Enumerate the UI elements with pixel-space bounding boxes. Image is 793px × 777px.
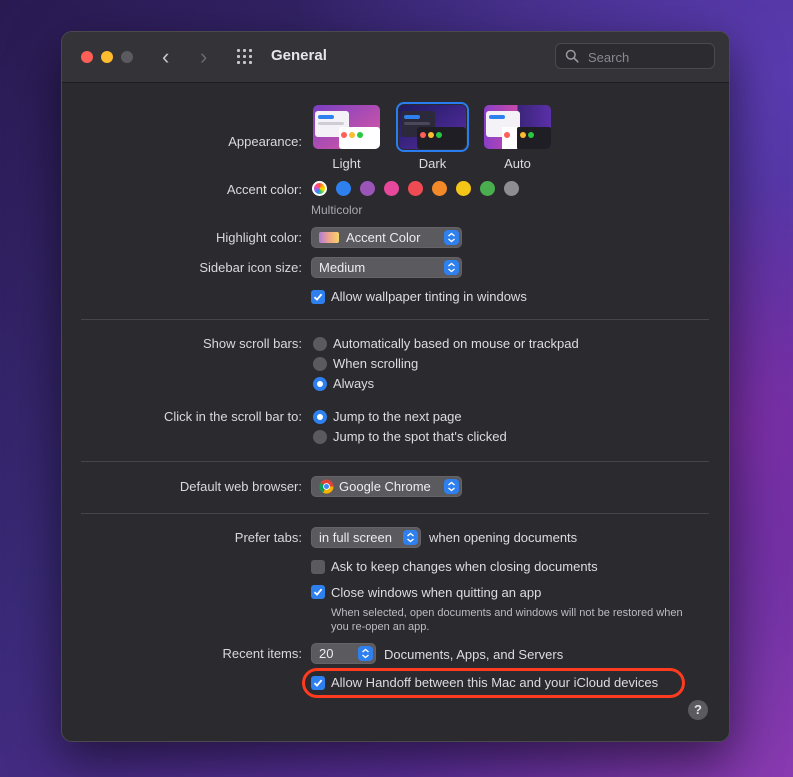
chevron-updown-icon: [444, 479, 459, 494]
recent-items-suffix: Documents, Apps, and Servers: [384, 647, 564, 662]
handoff-checkbox[interactable]: [311, 676, 325, 690]
show-scroll-bars-label: Show scroll bars:: [203, 336, 302, 351]
back-arrow-icon[interactable]: ‹: [162, 45, 169, 69]
click-scroll-bar-label: Click in the scroll bar to:: [164, 409, 302, 424]
prefer-tabs-label: Prefer tabs:: [234, 530, 302, 545]
scroll-click-spot-label: Jump to the spot that's clicked: [333, 429, 507, 444]
title-bar: ‹ › General: [62, 32, 729, 83]
prefer-tabs-popup[interactable]: in full screen: [311, 527, 421, 548]
close-windows-note: When selected, open documents and window…: [331, 607, 683, 633]
appearance-dark-thumbnail[interactable]: [396, 102, 469, 152]
accent-swatch-yellow[interactable]: [456, 181, 471, 196]
appearance-label: Appearance:: [228, 134, 302, 149]
highlight-color-label: Highlight color:: [216, 230, 302, 245]
default-browser-value: Google Chrome: [339, 479, 431, 494]
highlight-color-value: Accent Color: [346, 230, 421, 245]
accent-swatch-multicolor[interactable]: [312, 181, 327, 196]
appearance-auto-label: Auto: [504, 156, 531, 171]
recent-items-label: Recent items:: [222, 646, 302, 661]
handoff-label: Allow Handoff between this Mac and your …: [331, 675, 659, 690]
section-divider: [81, 319, 709, 320]
minimize-window-button[interactable]: [101, 51, 113, 63]
search-field[interactable]: [555, 43, 715, 69]
scroll-bars-auto-radio[interactable]: [313, 337, 327, 351]
wallpaper-tinting-checkbox[interactable]: [311, 290, 325, 304]
sidebar-icon-size-label: Sidebar icon size:: [199, 260, 302, 275]
accent-swatch-graphite[interactable]: [504, 181, 519, 196]
highlight-color-popup[interactable]: Accent Color: [311, 227, 462, 248]
close-windows-checkbox[interactable]: [311, 585, 325, 599]
window-title: General: [271, 47, 327, 64]
chevron-updown-icon: [358, 646, 373, 661]
sidebar-icon-size-popup[interactable]: Medium: [311, 257, 462, 278]
system-preferences-window: ‹ › General Appearance:: [61, 31, 730, 742]
show-all-grid-icon[interactable]: [237, 49, 255, 65]
close-windows-label: Close windows when quitting an app: [331, 585, 542, 600]
accent-swatch-purple[interactable]: [360, 181, 375, 196]
appearance-dark-label: Dark: [418, 156, 447, 171]
scroll-click-spot-radio[interactable]: [313, 430, 327, 444]
prefer-tabs-value: in full screen: [319, 530, 392, 545]
ask-keep-changes-label: Ask to keep changes when closing documen…: [331, 559, 598, 574]
close-window-button[interactable]: [81, 51, 93, 63]
scroll-bars-always-radio[interactable]: [313, 377, 327, 391]
appearance-auto-thumbnail[interactable]: [484, 105, 551, 149]
accent-swatch-orange[interactable]: [432, 181, 447, 196]
scroll-bars-when-scrolling-label: When scrolling: [333, 356, 419, 371]
chevron-updown-icon: [444, 260, 459, 275]
ask-keep-changes-checkbox[interactable]: [311, 560, 325, 574]
accent-swatch-red[interactable]: [408, 181, 423, 196]
scroll-bars-always-label: Always: [333, 376, 375, 391]
section-divider: [81, 461, 709, 462]
forward-arrow-icon[interactable]: ›: [200, 45, 207, 69]
wallpaper-tinting-label: Allow wallpaper tinting in windows: [331, 289, 527, 304]
chevron-updown-icon: [403, 530, 418, 545]
accent-swatch-blue[interactable]: [336, 181, 351, 196]
search-input[interactable]: [586, 47, 710, 67]
search-icon: [565, 49, 579, 63]
accent-selected-name: Multicolor: [311, 203, 363, 217]
recent-items-popup[interactable]: 20: [311, 643, 376, 664]
prefer-tabs-suffix: when opening documents: [429, 530, 578, 545]
appearance-light-thumbnail[interactable]: [313, 105, 380, 149]
zoom-window-button[interactable]: [121, 51, 133, 63]
scroll-click-next-page-radio[interactable]: [313, 410, 327, 424]
scroll-bars-when-scrolling-radio[interactable]: [313, 357, 327, 371]
chrome-icon: [319, 479, 334, 494]
scroll-click-next-page-label: Jump to the next page: [333, 409, 462, 424]
default-browser-label: Default web browser:: [179, 479, 302, 494]
help-button[interactable]: ?: [688, 700, 708, 720]
section-divider: [81, 513, 709, 514]
accent-color-label: Accent color:: [226, 182, 302, 197]
scroll-bars-auto-label: Automatically based on mouse or trackpad: [333, 336, 579, 351]
accent-swatch-green[interactable]: [480, 181, 495, 196]
recent-items-value: 20: [319, 646, 334, 661]
appearance-light-label: Light: [332, 156, 361, 171]
default-browser-popup[interactable]: Google Chrome: [311, 476, 462, 497]
sidebar-icon-size-value: Medium: [319, 260, 366, 275]
chevron-updown-icon: [444, 230, 459, 245]
accent-swatch-pink[interactable]: [384, 181, 399, 196]
highlight-preview-swatch: [319, 232, 339, 243]
